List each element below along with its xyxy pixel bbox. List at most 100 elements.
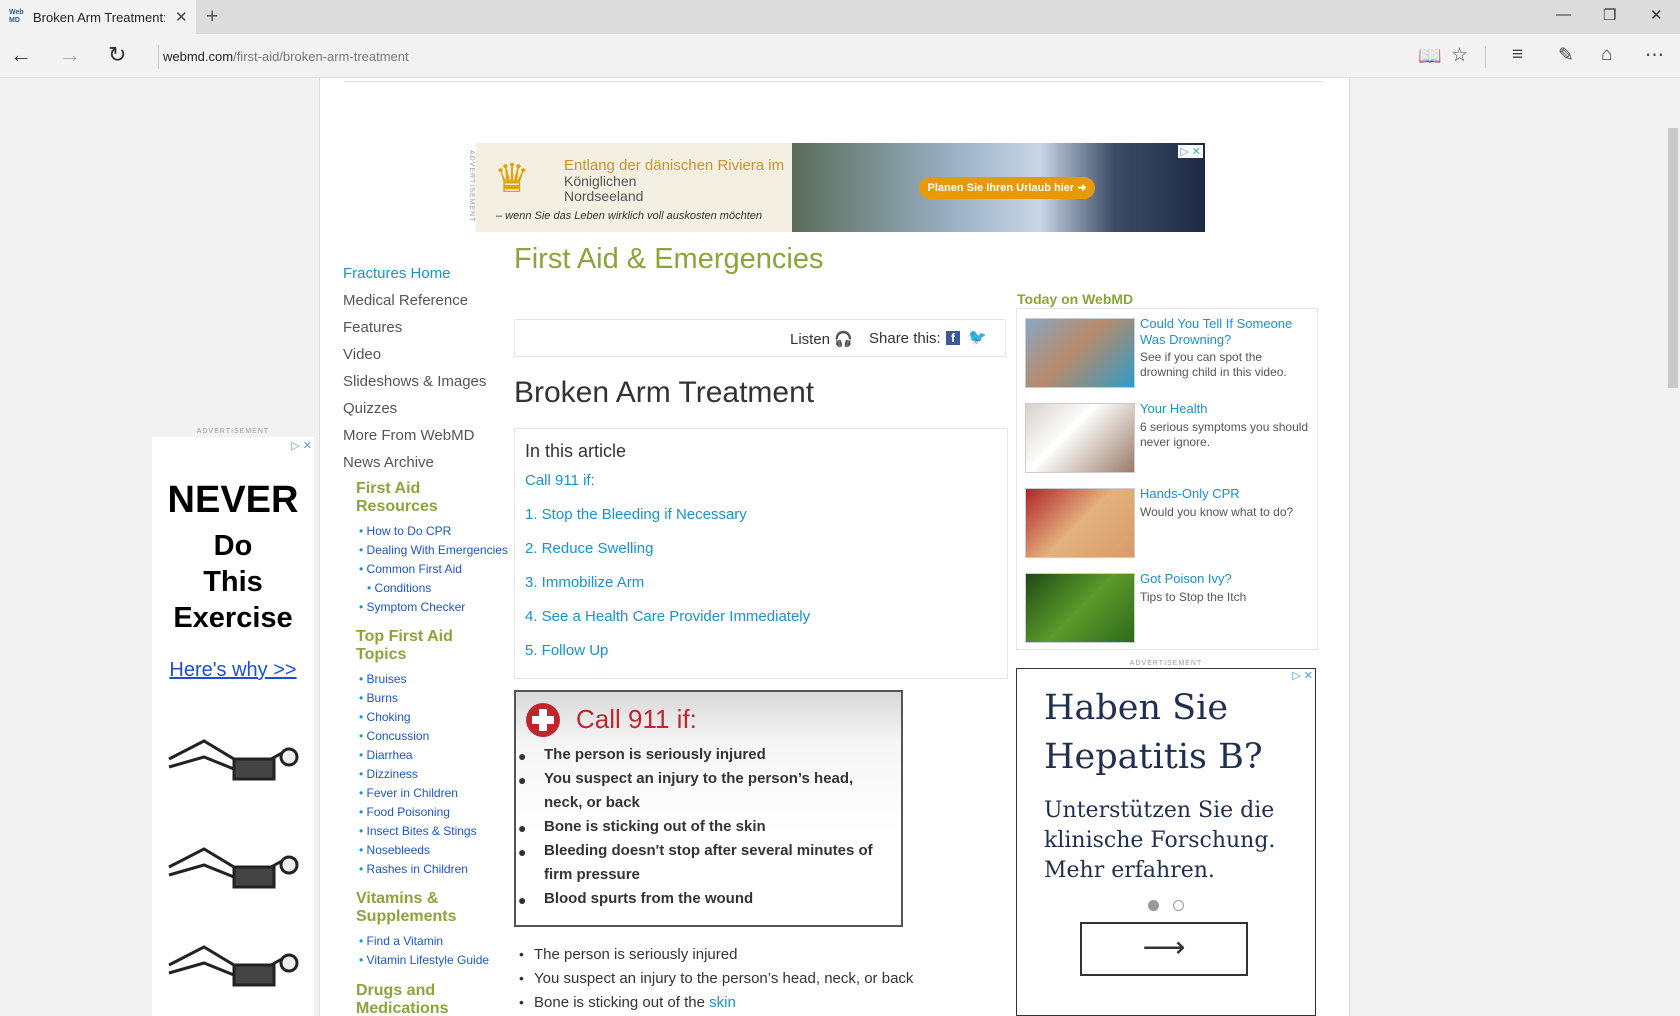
webmd-favicon: Web MD <box>9 9 24 24</box>
nav-link[interactable]: Burns <box>359 691 398 705</box>
nav-link[interactable]: Choking <box>359 710 411 724</box>
carousel-dots[interactable] <box>1148 898 1208 911</box>
call-911-title: Call 911 if: <box>576 704 697 734</box>
toc-link[interactable]: 3. Immobilize Arm <box>525 574 644 591</box>
bullet-icon: • <box>519 946 524 962</box>
nav-heading-vitamins: Vitamins & Supplements <box>356 890 456 926</box>
today-item-title[interactable]: Got Poison Ivy? <box>1140 571 1310 587</box>
toc-link[interactable]: 2. Reduce Swelling <box>525 540 653 557</box>
today-item-desc: See if you can spot the drowning child i… <box>1140 350 1287 379</box>
nav-link[interactable]: Insect Bites & Stings <box>359 824 477 838</box>
today-item-title[interactable]: Your Health <box>1140 401 1310 417</box>
share-label: Share this: <box>869 330 941 347</box>
red-cross-icon <box>526 703 560 737</box>
top-banner-ad[interactable]: ♛ Entlang der dänischen Riviera im König… <box>476 143 1205 232</box>
nav-video[interactable]: Video <box>343 346 381 363</box>
carousel-dot-active[interactable] <box>1148 900 1159 911</box>
advertisement-label: ADVERTISEMENT <box>196 428 270 435</box>
callbox-item: Bone is sticking out of the skin <box>544 818 766 835</box>
web-note-icon[interactable]: ✎ <box>1558 44 1574 67</box>
browser-tab[interactable]: Web MD Broken Arm Treatment: ✕ <box>0 0 196 34</box>
nav-heading-drugs: Drugs and Medications <box>356 982 448 1016</box>
toc-link[interactable]: 4. See a Health Care Provider Immediatel… <box>525 608 810 625</box>
minimize-icon[interactable]: — <box>1556 6 1571 23</box>
listen-button[interactable]: Listen 🎧 <box>790 330 853 348</box>
poison-ivy-thumbnail[interactable] <box>1025 573 1135 643</box>
heading-line: Topics <box>356 646 407 663</box>
today-item-title[interactable]: Hands-Only CPR <box>1140 486 1310 502</box>
ad-choices-icon[interactable]: ▷ ✕ <box>291 439 312 452</box>
drowning-thumbnail[interactable] <box>1025 318 1135 388</box>
facebook-icon[interactable]: f <box>946 331 960 345</box>
ad-cta-button[interactable]: Planen Sie Ihren Urlaub hier ➜ <box>919 177 1095 199</box>
toc-link[interactable]: Call 911 if: <box>525 472 595 489</box>
scrollbar-thumb[interactable] <box>1668 128 1678 388</box>
exercise-figure-icon <box>168 739 299 781</box>
nav-medical-reference[interactable]: Medical Reference <box>343 292 468 309</box>
heading-line: Top First Aid <box>356 628 453 645</box>
restore-icon[interactable]: ❐ <box>1603 6 1616 24</box>
nav-link[interactable]: Fever in Children <box>359 786 458 800</box>
nav-fractures-home[interactable]: Fractures Home <box>343 265 451 282</box>
more-icon[interactable]: ⋯ <box>1645 44 1664 67</box>
nav-heading-top-topics: Top First Aid Topics <box>356 628 453 664</box>
nav-link[interactable]: Food Poisoning <box>359 805 450 819</box>
twitter-icon[interactable]: 🐦 <box>968 328 987 346</box>
close-tab-icon[interactable]: ✕ <box>175 8 188 26</box>
ad-tagline: – wenn Sie das Leben wirklich voll ausko… <box>496 210 762 222</box>
nav-features[interactable]: Features <box>343 319 402 336</box>
article-title: Broken Arm Treatment <box>514 376 815 409</box>
refresh-icon[interactable]: ↻ <box>108 42 126 68</box>
nav-slideshows[interactable]: Slideshows & Images <box>343 373 486 390</box>
nav-link[interactable]: Vitamin Lifestyle Guide <box>359 953 490 967</box>
nav-link[interactable]: Dizziness <box>359 767 418 781</box>
nav-link-continued[interactable]: Conditions <box>367 581 432 595</box>
ad-never-text: NEVER <box>167 479 299 521</box>
ad-heres-why-link[interactable]: Here's why >> <box>152 659 314 682</box>
today-item-title[interactable]: Could You Tell If Someone Was Drowning? <box>1140 316 1310 348</box>
ad-body: Unterstützen Sie die klinische Forschung… <box>1044 798 1276 883</box>
favorite-star-icon[interactable]: ☆ <box>1451 44 1468 67</box>
heading-line: Medications <box>356 1000 449 1016</box>
nav-link[interactable]: Rashes in Children <box>359 862 468 876</box>
title-bar <box>0 0 1680 34</box>
toc-link[interactable]: 1. Stop the Bleeding if Necessary <box>525 506 747 523</box>
nav-link[interactable]: Concussion <box>359 729 430 743</box>
close-window-icon[interactable]: ✕ <box>1650 6 1663 24</box>
callbox-item: You suspect an injury to the person’s he… <box>544 770 854 811</box>
nav-link[interactable]: Symptom Checker <box>359 600 466 614</box>
nav-link[interactable]: Nosebleeds <box>359 843 430 857</box>
your-health-thumbnail[interactable] <box>1025 403 1135 473</box>
cpr-thumbnail[interactable] <box>1025 488 1135 558</box>
forward-icon[interactable]: → <box>59 42 81 68</box>
ad-choices-icon[interactable]: ▷ ✕ <box>1292 669 1313 682</box>
exercise-figure-icon <box>168 847 299 889</box>
nav-link[interactable]: Dealing With Emergencies <box>359 543 508 557</box>
callbox-item: The person is seriously injured <box>544 746 766 763</box>
reading-view-icon[interactable]: 📖 <box>1418 44 1442 68</box>
share-icon[interactable]: ⌂ <box>1601 44 1612 66</box>
skin-link[interactable]: skin <box>709 994 736 1011</box>
new-tab-icon[interactable]: + <box>206 5 218 29</box>
toc-link[interactable]: 5. Follow Up <box>525 642 608 659</box>
list-item: Bone is sticking out of the skin <box>534 994 736 1011</box>
left-skyscraper-ad[interactable]: ADVERTISEMENT ▷ ✕ NEVER Do This Exercise… <box>152 428 314 1016</box>
back-icon[interactable]: ← <box>10 42 32 68</box>
nav-news-archive[interactable]: News Archive <box>343 454 434 471</box>
ad-line-3: Nordseeland <box>564 188 644 204</box>
nav-link[interactable]: Bruises <box>359 672 407 686</box>
nav-quizzes[interactable]: Quizzes <box>343 400 397 417</box>
url-field[interactable]: webmd.com/first-aid/broken-arm-treatment <box>158 45 409 69</box>
nav-link[interactable]: Diarrhea <box>359 748 413 762</box>
nav-link[interactable]: Common First Aid <box>359 562 462 576</box>
nav-more-from-webmd[interactable]: More From WebMD <box>343 427 474 444</box>
headphones-icon: 🎧 <box>834 331 853 348</box>
nav-link[interactable]: How to Do CPR <box>359 524 452 538</box>
ad-arrow-button[interactable]: ⟶ <box>1080 922 1248 976</box>
hub-icon[interactable]: ≡ <box>1512 44 1523 66</box>
bullet-icon: ● <box>518 772 527 788</box>
ad-choices-icon[interactable]: ▷ ✕ <box>1178 145 1203 158</box>
bullet-icon: ● <box>518 748 527 764</box>
nav-link[interactable]: Find a Vitamin <box>359 934 443 948</box>
carousel-dot[interactable] <box>1173 900 1184 911</box>
